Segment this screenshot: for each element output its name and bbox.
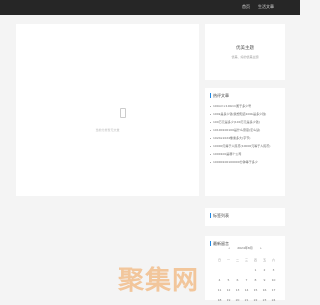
calendar-day: 22	[253, 298, 258, 302]
calendar-day: 9	[263, 278, 266, 282]
calendar-day: 21	[244, 298, 249, 302]
bullet-icon	[210, 161, 211, 163]
bullet-icon	[210, 129, 211, 131]
calendar-next-button[interactable]: »	[260, 246, 262, 250]
list-item[interactable]: 10000100100000分钟等于多少	[210, 158, 282, 166]
calendar-day: 15	[253, 288, 258, 292]
list-item[interactable]: 100万元是多少(100万元是多少钱)	[210, 118, 282, 126]
bullet-icon	[210, 137, 211, 139]
nav-home-link[interactable]: 首页	[242, 4, 250, 10]
bullet-icon	[210, 121, 211, 123]
bullet-icon	[210, 105, 211, 107]
top-nav-bar: 首页 生活文章	[0, 0, 300, 15]
calendar-day	[215, 265, 224, 275]
calendar-day: 14	[244, 288, 249, 292]
list-item[interactable]: 10100100100是什么意思(怎么读)	[210, 126, 282, 134]
calendar-day: 20	[235, 298, 240, 302]
tags-card: 标签列表	[205, 208, 285, 226]
calendar-day: 18	[217, 298, 222, 302]
calendar-grid: 日 一 二 三 四 五 六 1 2 3 4 5 6 7 8 9 10 11 12…	[215, 255, 278, 305]
calendar-prev-button[interactable]: «	[228, 246, 230, 250]
calendar-day: 19	[226, 298, 231, 302]
main-content-card: 当前分类暂无文章	[16, 24, 199, 196]
calendar-day: 23	[262, 298, 267, 302]
calendar-weekday: 一	[226, 258, 230, 262]
calendar-day: 1	[254, 268, 257, 272]
calendar-day: 4	[218, 278, 221, 282]
site-watermark-logo: 聚集网	[118, 266, 200, 296]
theme-subtitle: 优美、好的优美主题	[231, 55, 259, 59]
calendar-day: 8	[254, 278, 257, 282]
tags-heading: 标签列表	[210, 213, 229, 218]
calendar-day: 24	[271, 298, 276, 302]
calendar-weekday: 四	[253, 258, 257, 262]
list-item[interactable]: 100cm×100cm属于多少号	[210, 102, 282, 110]
calendar-day: 17	[271, 288, 276, 292]
bullet-icon	[210, 145, 211, 147]
calendar-day: 10	[271, 278, 276, 282]
calendar-header: « 2024年8月 »	[205, 246, 285, 250]
nav-category-link[interactable]: 生活文章	[258, 4, 274, 10]
empty-placeholder-text: 当前分类暂无文章	[95, 128, 120, 132]
list-item[interactable]: 1024x1024像素多大(字节)	[210, 134, 282, 142]
calendar-weekday: 日	[217, 258, 221, 262]
calendar-day	[224, 265, 233, 275]
list-item[interactable]: 100k是多少钱(我想知道100k是多少钱)	[210, 110, 282, 118]
calendar-month-label: 2024年8月	[237, 246, 253, 250]
bullet-icon	[210, 153, 211, 155]
calendar-weekday: 二	[235, 258, 239, 262]
calendar-day: 12	[226, 288, 231, 292]
calendar-day	[233, 265, 242, 275]
calendar-day: 6	[236, 278, 239, 282]
calendar-day: 11	[217, 288, 222, 292]
messages-card: 最新留言 « 2024年8月 » 日 一 二 三 四 五 六 1 2 3 4 5…	[205, 236, 285, 302]
calendar-weekday: 五	[262, 258, 266, 262]
empty-page-icon	[120, 108, 126, 118]
list-item[interactable]: 10000元等于人民币(10000元等于人民币)	[210, 142, 282, 150]
calendar-day: 13	[235, 288, 240, 292]
bullet-icon	[210, 113, 211, 115]
calendar-day: 16	[262, 288, 267, 292]
theme-card: 优美主题 优美、好的优美主题	[205, 24, 285, 80]
calendar-day: 3	[272, 268, 275, 272]
hot-articles-card: 热评文章 100cm×100cm属于多少号 100k是多少钱(我想知道100k是…	[205, 88, 285, 196]
calendar-day	[242, 265, 251, 275]
calendar-weekday: 六	[271, 258, 275, 262]
calendar-day: 7	[245, 278, 248, 282]
list-item[interactable]: 1000100是哪个公司	[210, 150, 282, 158]
article-list: 100cm×100cm属于多少号 100k是多少钱(我想知道100k是多少钱) …	[210, 102, 282, 166]
theme-title: 优美主题	[236, 46, 254, 51]
calendar-weekday: 三	[244, 258, 248, 262]
hot-articles-heading: 热评文章	[210, 93, 229, 98]
calendar-day: 5	[227, 278, 230, 282]
calendar-day: 2	[263, 268, 266, 272]
